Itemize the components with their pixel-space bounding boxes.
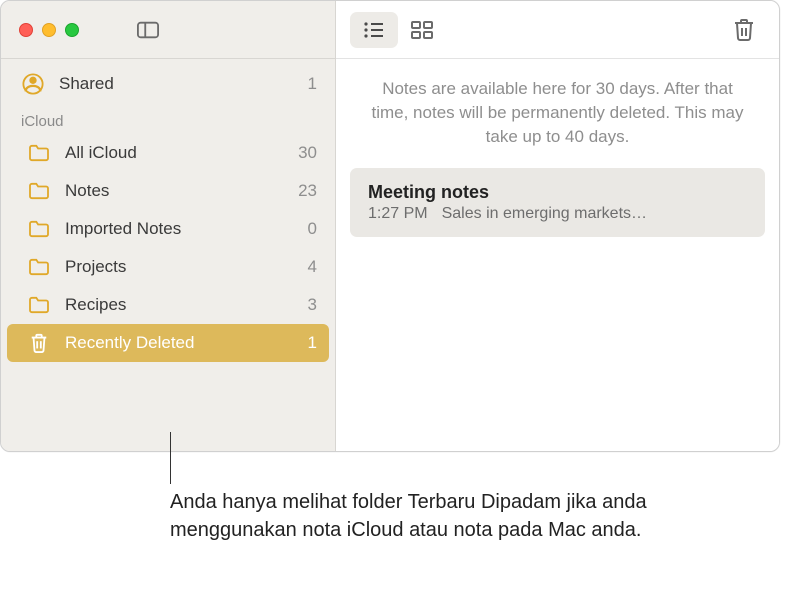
titlebar: [1, 1, 335, 59]
folder-icon: [27, 179, 51, 203]
minimize-window-button[interactable]: [42, 23, 56, 37]
sidebar-item-label: Imported Notes: [65, 219, 308, 239]
gallery-view-button[interactable]: [398, 12, 446, 48]
sidebar-item-label: All iCloud: [65, 143, 298, 163]
sidebar-item-count: 3: [308, 295, 317, 315]
sidebar-item-recently-deleted[interactable]: Recently Deleted 1: [7, 324, 329, 362]
sidebar-item-shared[interactable]: Shared 1: [1, 65, 335, 103]
folder-icon: [27, 141, 51, 165]
sidebar-item-label: Recently Deleted: [65, 333, 308, 353]
window-controls: [19, 23, 79, 37]
folder-icon: [27, 255, 51, 279]
main-toolbar: [336, 1, 779, 59]
note-list-item[interactable]: Meeting notes 1:27 PM Sales in emerging …: [350, 168, 765, 237]
folder-icon: [27, 293, 51, 317]
list-view-button[interactable]: [350, 12, 398, 48]
list-icon: [363, 21, 385, 39]
sidebar-item-label: Projects: [65, 257, 308, 277]
sidebar-item-projects[interactable]: Projects 4: [1, 248, 335, 286]
sidebar-item-notes[interactable]: Notes 23: [1, 172, 335, 210]
sidebar-item-count: 1: [308, 333, 317, 353]
note-time: 1:27 PM: [368, 205, 428, 223]
sidebar-item-recipes[interactable]: Recipes 3: [1, 286, 335, 324]
folder-icon: [27, 217, 51, 241]
toggle-sidebar-button[interactable]: [127, 14, 169, 46]
sidebar: Shared 1 iCloud All iCloud 30: [1, 1, 336, 451]
view-mode-group: [350, 12, 446, 48]
trash-icon: [27, 331, 51, 355]
fullscreen-window-button[interactable]: [65, 23, 79, 37]
shared-icon: [21, 72, 45, 96]
sidebar-content: Shared 1 iCloud All iCloud 30: [1, 59, 335, 362]
info-banner: Notes are available here for 30 days. Af…: [336, 59, 779, 168]
callout-line: [170, 432, 171, 484]
sidebar-item-label: Shared: [59, 74, 308, 94]
sidebar-item-count: 1: [308, 74, 317, 94]
sidebar-item-count: 23: [298, 181, 317, 201]
sidebar-item-label: Notes: [65, 181, 298, 201]
trash-icon: [733, 17, 755, 43]
sidebar-item-count: 0: [308, 219, 317, 239]
sidebar-section-header: iCloud: [1, 103, 335, 134]
sidebar-item-count: 4: [308, 257, 317, 277]
sidebar-item-all-icloud[interactable]: All iCloud 30: [1, 134, 335, 172]
main-panel: Notes are available here for 30 days. Af…: [336, 1, 779, 451]
sidebar-item-label: Recipes: [65, 295, 308, 315]
callout-text: Anda hanya melihat folder Terbaru Dipada…: [170, 488, 650, 544]
sidebar-item-count: 30: [298, 143, 317, 163]
app-window: Shared 1 iCloud All iCloud 30: [0, 0, 780, 452]
note-subtitle: 1:27 PM Sales in emerging markets…: [368, 205, 747, 223]
sidebar-item-imported[interactable]: Imported Notes 0: [1, 210, 335, 248]
note-preview: Sales in emerging markets…: [442, 205, 647, 223]
sidebar-icon: [137, 21, 159, 39]
delete-button[interactable]: [723, 12, 765, 48]
note-title: Meeting notes: [368, 182, 747, 203]
grid-icon: [411, 21, 433, 39]
close-window-button[interactable]: [19, 23, 33, 37]
